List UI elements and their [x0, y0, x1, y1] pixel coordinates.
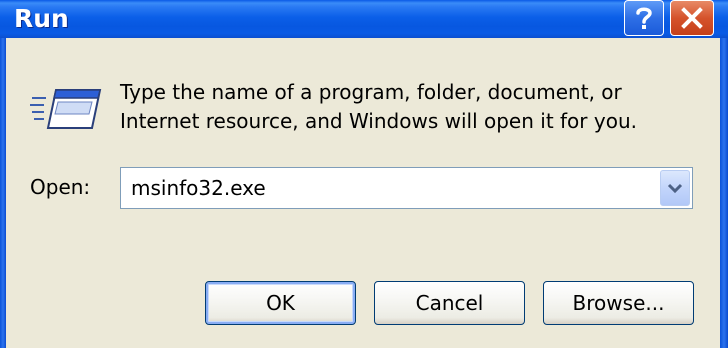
description-line-2: Internet resource, and Windows will open… — [120, 109, 637, 133]
help-button[interactable] — [624, 0, 664, 36]
browse-button[interactable]: Browse... — [543, 281, 694, 325]
open-combobox[interactable]: msinfo32.exe — [120, 167, 693, 209]
close-x-icon — [681, 7, 703, 29]
chevron-down-icon — [667, 183, 683, 194]
cancel-button[interactable]: Cancel — [374, 281, 525, 325]
open-input[interactable]: msinfo32.exe — [131, 174, 266, 202]
question-mark-icon — [636, 7, 652, 29]
open-label: Open: — [30, 175, 91, 199]
window-title: Run — [14, 4, 69, 33]
title-bar[interactable]: Run — [0, 0, 728, 38]
run-dialog: Run Type the name of a program, folder, … — [0, 0, 728, 348]
dropdown-button[interactable] — [660, 170, 690, 206]
close-button[interactable] — [670, 0, 714, 36]
ok-button[interactable]: OK — [205, 281, 356, 325]
run-icon — [30, 89, 102, 129]
window-frame-right — [720, 38, 728, 348]
window-frame-left — [0, 38, 6, 348]
dialog-description: Type the name of a program, folder, docu… — [120, 78, 680, 136]
description-line-1: Type the name of a program, folder, docu… — [120, 80, 622, 104]
